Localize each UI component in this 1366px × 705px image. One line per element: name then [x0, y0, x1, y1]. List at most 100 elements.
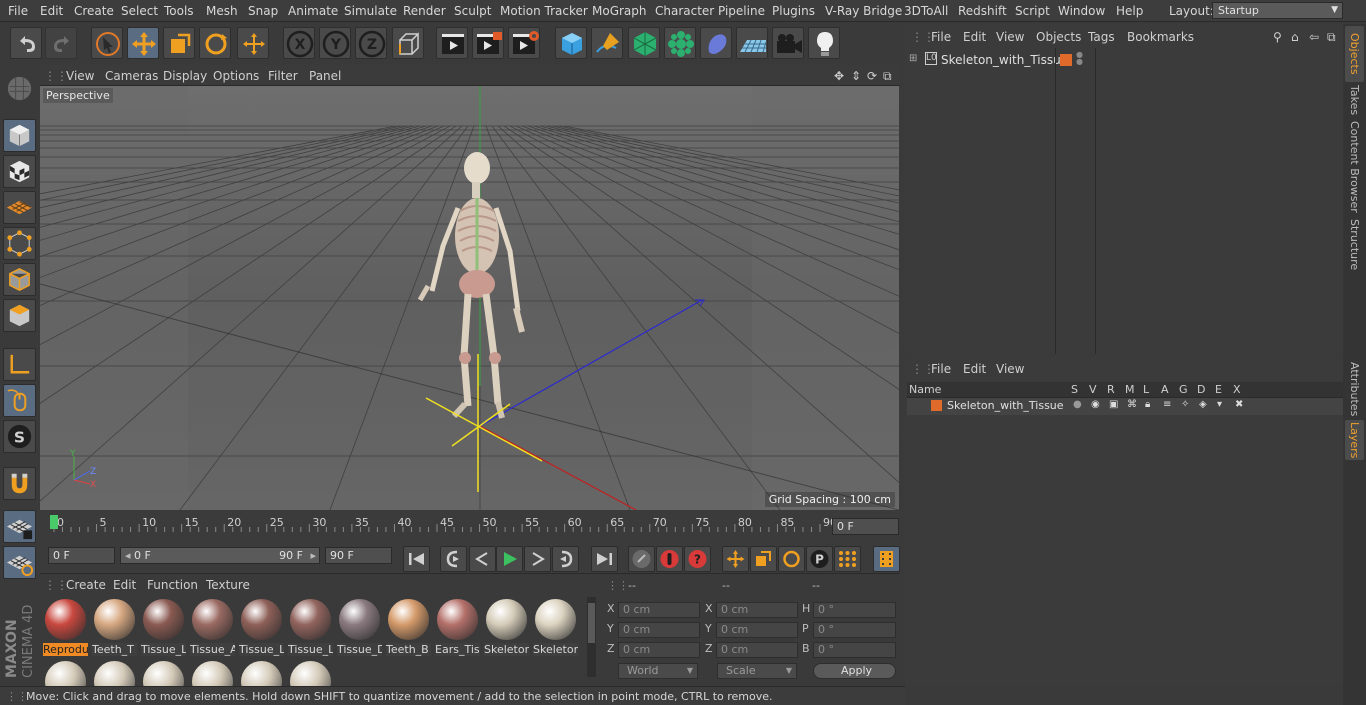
autokeying-button[interactable]: ?: [684, 546, 711, 572]
layer-render-toggle[interactable]: ▣: [1109, 399, 1118, 410]
play-forward-button[interactable]: [496, 546, 523, 572]
material-swatch[interactable]: Tissue_D: [337, 599, 382, 657]
coord-size-field[interactable]: 0 cm: [716, 642, 798, 658]
deformer-button[interactable]: [700, 27, 732, 59]
menu-mesh[interactable]: Mesh: [206, 4, 238, 18]
menu-pipeline[interactable]: Pipeline: [718, 4, 765, 18]
y-axis-button[interactable]: Y: [319, 27, 351, 59]
layer-lock-toggle[interactable]: 🔒︎: [1145, 399, 1150, 410]
layer-row[interactable]: Skeleton_with_Tissue ● ◉ ▣ ⌘ 🔒︎ ≡ ✧ ◈ ▾ …: [907, 398, 1343, 415]
layer-xrefs-toggle[interactable]: ✖: [1235, 399, 1243, 410]
coord-type-select[interactable]: Scale ▼: [717, 663, 797, 679]
apply-button[interactable]: Apply: [813, 663, 896, 679]
material-swatch[interactable]: Ears_Tis: [435, 599, 480, 657]
viewport-solo-button[interactable]: [3, 72, 36, 105]
mat-menu-texture[interactable]: Texture: [206, 578, 250, 592]
end-frame-field[interactable]: 90 F: [325, 547, 392, 564]
vp-menu-cameras[interactable]: Cameras: [105, 69, 158, 83]
polygons-mode-button[interactable]: [3, 299, 36, 332]
layer-color-swatch[interactable]: [931, 400, 942, 411]
edges-mode-button[interactable]: [3, 263, 36, 296]
menu-tools[interactable]: Tools: [164, 4, 194, 18]
layout-select[interactable]: Startup ▼: [1212, 2, 1343, 19]
playhead[interactable]: [50, 515, 58, 529]
menu-simulate[interactable]: Simulate: [344, 4, 397, 18]
layer-manager-toggle[interactable]: ⌘: [1127, 399, 1137, 410]
menu-window[interactable]: Window: [1058, 4, 1105, 18]
next-key-button[interactable]: [552, 546, 579, 572]
menu-file[interactable]: File: [8, 4, 28, 18]
layer-column-d[interactable]: D: [1197, 383, 1205, 396]
snapping-button[interactable]: [3, 467, 36, 500]
vp-menu-options[interactable]: Options: [213, 69, 259, 83]
tab-content-browser[interactable]: Content Browser: [1345, 120, 1364, 214]
record-active-objects-button[interactable]: [656, 546, 683, 572]
menu-render[interactable]: Render: [403, 4, 446, 18]
obj-menu-view[interactable]: View: [996, 30, 1024, 44]
undo-button[interactable]: [10, 27, 42, 59]
menu-edit[interactable]: Edit: [40, 4, 63, 18]
obj-menu-tags[interactable]: Tags: [1088, 30, 1115, 44]
cube-button[interactable]: [555, 27, 587, 59]
coordinate-system-button[interactable]: [392, 27, 424, 59]
coord-rotation-field[interactable]: 0 °: [813, 622, 896, 638]
layer-menu-view[interactable]: View: [996, 362, 1024, 376]
vp-menu-panel[interactable]: Panel: [309, 69, 341, 83]
menu-3dtoall[interactable]: 3DToAll: [904, 4, 948, 18]
material-swatch[interactable]: Skeletor: [484, 599, 529, 657]
light-button[interactable]: [808, 27, 840, 59]
tab-takes[interactable]: Takes: [1345, 82, 1364, 118]
layer-menu-file[interactable]: File: [931, 362, 951, 376]
material-swatch[interactable]: Tissue_L: [141, 599, 186, 657]
menu-animate[interactable]: Animate: [288, 4, 338, 18]
render-to-picture-viewer-button[interactable]: [472, 27, 504, 59]
next-frame-button[interactable]: [524, 546, 551, 572]
motion-recording-button[interactable]: [628, 546, 655, 572]
material-swatch[interactable]: Teeth_T: [92, 599, 137, 657]
search-icon[interactable]: ⚲: [1273, 30, 1282, 44]
layer-column-m[interactable]: M: [1125, 383, 1135, 396]
go-to-end-button[interactable]: [591, 546, 618, 572]
vp-menu-display[interactable]: Display: [163, 69, 207, 83]
render-view-button[interactable]: [436, 27, 468, 59]
menu-plugins[interactable]: Plugins: [772, 4, 815, 18]
layer-column-l[interactable]: L: [1143, 383, 1149, 396]
material-swatch[interactable]: Skeletor: [533, 599, 578, 657]
scrollbar-thumb[interactable]: [588, 603, 595, 643]
tweak-mode-button[interactable]: [3, 384, 36, 417]
previous-frame-button[interactable]: [469, 546, 496, 572]
layer-expressions-toggle[interactable]: ▾: [1217, 399, 1222, 410]
perspective-viewport[interactable]: Y Z X Perspective Grid Spacing : 100 cm: [40, 86, 899, 510]
material-scrollbar[interactable]: [587, 597, 596, 677]
menu-sculpt[interactable]: Sculpt: [454, 4, 491, 18]
locked-workplane-button[interactable]: [3, 546, 36, 579]
dolly-view-icon[interactable]: ⇕: [851, 69, 861, 83]
vp-menu-filter[interactable]: Filter: [268, 69, 298, 83]
menu-select[interactable]: Select: [121, 4, 158, 18]
material-swatch[interactable]: Teeth_B: [386, 599, 431, 657]
coord-position-field[interactable]: 0 cm: [618, 642, 700, 658]
workplane-mode-button[interactable]: [3, 191, 36, 224]
timeline-window-button[interactable]: [873, 546, 900, 572]
coord-size-field[interactable]: 0 cm: [716, 622, 798, 638]
visibility-dots-icon[interactable]: ● ●: [1076, 51, 1083, 66]
x-axis-button[interactable]: X: [283, 27, 315, 59]
object-name[interactable]: Skeleton_with_Tissue: [941, 53, 1068, 67]
last-tool-button[interactable]: [237, 27, 269, 59]
layer-generators-toggle[interactable]: ✧: [1181, 399, 1189, 410]
obj-menu-objects[interactable]: Objects: [1036, 30, 1081, 44]
tab-structure[interactable]: Structure: [1345, 216, 1364, 274]
coord-position-field[interactable]: 0 cm: [618, 622, 700, 638]
coord-position-field[interactable]: 0 cm: [618, 602, 700, 618]
camera-label[interactable]: Perspective: [43, 88, 113, 103]
menu-create[interactable]: Create: [74, 4, 114, 18]
scale-keyframe-button[interactable]: [750, 546, 777, 572]
layer-animation-toggle[interactable]: ≡: [1163, 399, 1171, 410]
tab-objects[interactable]: Objects: [1345, 26, 1364, 82]
move-keyframe-button[interactable]: [722, 546, 749, 572]
layer-name[interactable]: Skeleton_with_Tissue: [947, 399, 1064, 412]
back-icon[interactable]: ⇦: [1309, 30, 1319, 44]
new-window-icon[interactable]: ⧉: [1327, 30, 1336, 45]
timeline[interactable]: 0 5 10 15 20 25 30 35 40 45 50 55 60 65 70 75 80 85 90 0 F: [40, 510, 900, 544]
redo-button[interactable]: [45, 27, 77, 59]
